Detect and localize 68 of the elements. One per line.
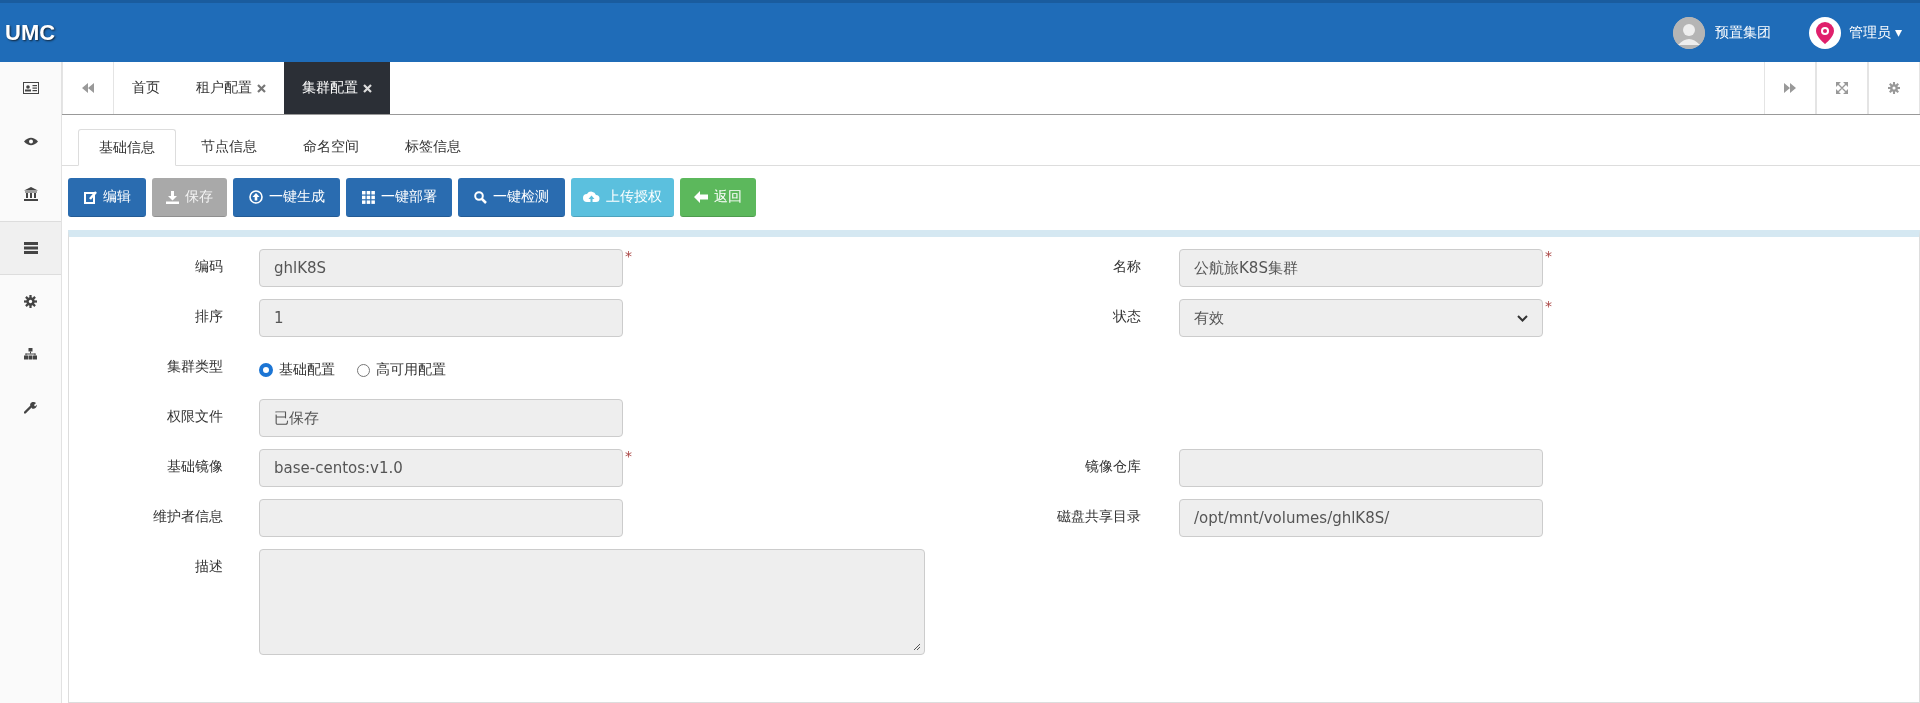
grid-icon <box>361 190 375 204</box>
edit-icon <box>83 190 97 204</box>
sub-tab[interactable]: 命名空间 <box>282 129 380 165</box>
tab[interactable]: 集群配置 <box>284 62 390 114</box>
server-icon <box>23 242 38 254</box>
cloud-upload-icon <box>583 190 600 204</box>
text-area[interactable] <box>259 549 925 655</box>
sub-tab[interactable]: 基础信息 <box>78 129 176 166</box>
field-label: 权限文件 <box>166 407 223 426</box>
radio-option[interactable]: 高可用配置 <box>357 361 446 379</box>
sitemap-icon <box>24 348 37 360</box>
double-left-icon <box>82 83 94 93</box>
app-logo[interactable]: UMC <box>0 19 1673 46</box>
chevron-down-icon <box>1517 314 1528 322</box>
field-label: 编码 <box>194 257 223 276</box>
settings-icon <box>24 294 37 308</box>
settings-icon <box>1888 82 1900 94</box>
download-icon <box>166 190 179 204</box>
input-field[interactable] <box>1179 449 1543 487</box>
arrow-left-icon <box>694 191 708 203</box>
close-icon[interactable] <box>257 83 266 93</box>
input-field[interactable]: /opt/mnt/volumes/ghlK8S/ <box>1179 499 1543 537</box>
input-field[interactable]: 已保存 <box>259 399 623 437</box>
upload-circle-icon <box>248 190 263 204</box>
required-mark: * <box>625 449 632 463</box>
settings-button[interactable] <box>1868 62 1920 114</box>
tab[interactable]: 首页 <box>114 62 178 114</box>
eye-icon <box>23 136 38 146</box>
field-label: 基础镜像 <box>166 457 223 476</box>
required-mark: * <box>1545 249 1552 263</box>
select-field[interactable]: 有效 <box>1179 299 1543 337</box>
id-card-icon <box>22 82 39 94</box>
expand-icon <box>1836 82 1848 94</box>
field-label: 镜像仓库 <box>1084 457 1141 476</box>
radio-option[interactable]: 基础配置 <box>259 361 335 379</box>
search-icon <box>474 190 487 204</box>
field-label: 磁盘共享目录 <box>1056 507 1141 526</box>
input-field[interactable] <box>259 499 623 537</box>
resize-grip-icon <box>913 643 921 651</box>
avatar-icon[interactable] <box>1672 16 1705 49</box>
sub-tab[interactable]: 标签信息 <box>384 129 482 165</box>
field-label: 状态 <box>1112 307 1141 326</box>
toolbar-button[interactable]: 一键生成 <box>233 178 340 217</box>
input-field[interactable]: 1 <box>259 299 623 337</box>
input-field[interactable]: ghlK8S <box>259 249 623 287</box>
input-field[interactable]: 公航旅K8S集群 <box>1179 249 1543 287</box>
tab[interactable]: 租户配置 <box>178 62 284 114</box>
sidebar-item[interactable] <box>0 221 61 275</box>
field-label: 维护者信息 <box>152 507 223 526</box>
sub-tab[interactable]: 节点信息 <box>180 129 278 165</box>
fullscreen-button[interactable] <box>1816 62 1868 114</box>
double-right-icon <box>1784 83 1796 93</box>
required-mark: * <box>625 249 632 263</box>
input-field[interactable]: base-centos:v1.0 <box>259 449 623 487</box>
toolbar-button[interactable]: 一键检测 <box>458 178 565 217</box>
field-label: 描述 <box>194 557 223 576</box>
scroll-right-button[interactable] <box>1764 62 1816 114</box>
user-menu[interactable]: 管理员 ▾ <box>1848 23 1902 42</box>
org-name[interactable]: 预置集团 <box>1714 23 1771 42</box>
wrench-icon <box>24 400 37 414</box>
location-pin-icon[interactable] <box>1808 16 1841 49</box>
field-label: 集群类型 <box>166 357 223 376</box>
bank-icon <box>23 187 38 201</box>
field-label: 排序 <box>194 307 223 326</box>
field-label: 名称 <box>1112 257 1141 276</box>
toolbar-button[interactable]: 编辑 <box>68 178 146 217</box>
required-mark: * <box>1545 299 1552 313</box>
toolbar-button[interactable]: 一键部署 <box>346 178 452 217</box>
